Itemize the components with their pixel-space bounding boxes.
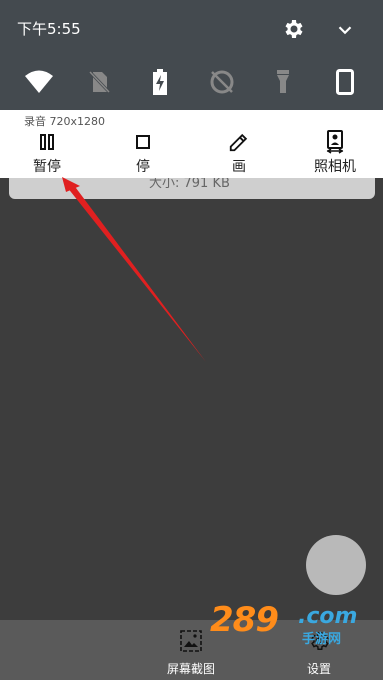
watermark-logo: 289 .com 手游网 (210, 600, 370, 650)
watermark-number: 289 (210, 600, 279, 640)
screenshot-label: 屏幕截图 (166, 662, 215, 676)
watermark-sub: 手游网 (302, 632, 342, 647)
watermark-domain: .com (298, 604, 358, 629)
floating-record-button[interactable] (306, 535, 366, 595)
settings-label: 设置 (306, 662, 331, 676)
screenshot-icon (180, 630, 202, 652)
